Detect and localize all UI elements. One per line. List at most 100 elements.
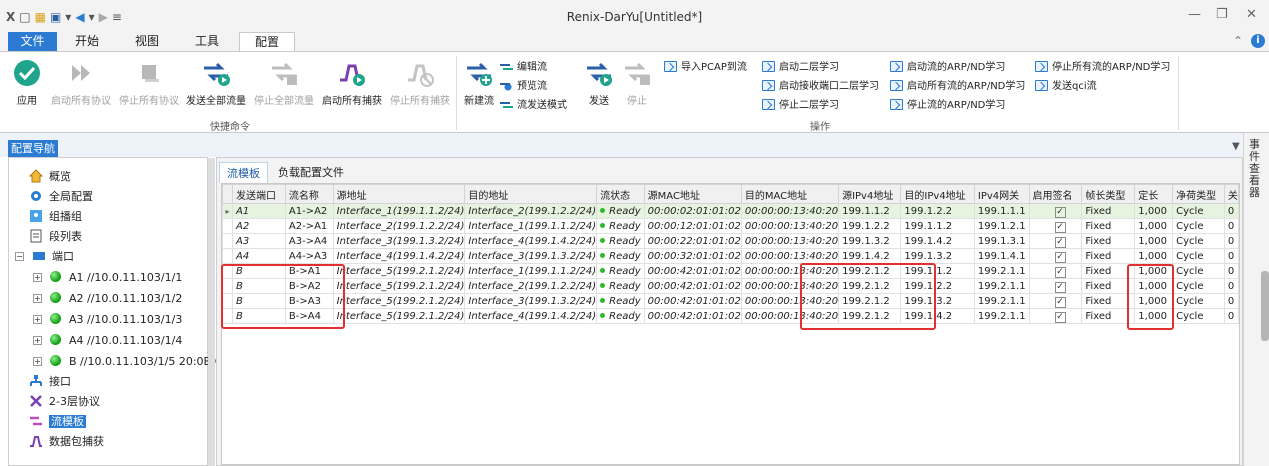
cell-port[interactable]: B xyxy=(232,278,286,294)
cell-dst[interactable]: Interface_4(199.1.4.2/24) xyxy=(464,233,598,249)
cell-sign[interactable]: ✓ xyxy=(1028,278,1083,294)
cell-src-mac[interactable]: 00:00:42:01:01:02 xyxy=(643,308,742,324)
col-header[interactable]: 发送端口 xyxy=(232,184,286,204)
cell-extra[interactable]: 0 xyxy=(1223,218,1239,234)
cell-src-ip[interactable]: 199.2.1.2 xyxy=(838,263,902,279)
cell-name[interactable]: A3->A4 xyxy=(284,233,334,249)
cell-sign[interactable]: ✓ xyxy=(1028,308,1083,324)
cell-extra[interactable]: 0 xyxy=(1223,263,1239,279)
cell-dst-mac[interactable]: 00:00:00:13:40:20 xyxy=(740,233,840,249)
table-row[interactable]: A3 A3->A4 Interface_3(199.1.3.2/24) Interfa… xyxy=(222,233,1239,249)
cell-payload[interactable]: Cycle xyxy=(1172,278,1225,294)
cell-gw[interactable]: 199.2.1.1 xyxy=(973,263,1030,279)
start-l2-learning-button[interactable]: 启动二层学习 xyxy=(762,60,839,76)
cell-gw[interactable]: 199.2.1.1 xyxy=(973,293,1030,309)
cell-gw[interactable]: 199.1.3.1 xyxy=(973,233,1030,249)
cell-dst-mac[interactable]: 00:00:00:13:40:20 xyxy=(740,248,840,264)
cell-dst-ip[interactable]: 199.1.4.2 xyxy=(900,308,975,324)
cell-port[interactable]: A1 xyxy=(232,203,286,219)
cell-status[interactable]: Ready xyxy=(596,263,645,279)
event-viewer-strip[interactable]: 事件查看器 xyxy=(1243,133,1269,466)
table-row[interactable]: A4 A4->A3 Interface_4(199.1.4.2/24) Interfa… xyxy=(222,248,1239,264)
row-header[interactable] xyxy=(222,278,233,294)
cell-gw[interactable]: 199.2.1.1 xyxy=(973,308,1030,324)
row-header[interactable] xyxy=(222,308,233,324)
cell-src-mac[interactable]: 00:00:42:01:01:02 xyxy=(643,293,742,309)
cell-src[interactable]: Interface_5(199.2.1.2/24) xyxy=(332,308,466,324)
cell-dst[interactable]: Interface_1(199.1.1.2/24) xyxy=(464,263,598,279)
col-header[interactable]: 净荷类型 xyxy=(1172,184,1225,204)
cell-src-mac[interactable]: 00:00:12:01:01:02 xyxy=(643,218,742,234)
stream-send-mode-button[interactable]: 流发送模式 xyxy=(500,98,567,114)
cell-length[interactable]: 1,000 xyxy=(1134,278,1174,294)
col-header[interactable]: 帧长类型 xyxy=(1081,184,1136,204)
col-header[interactable]: 源IPv4地址 xyxy=(838,184,902,204)
cell-status[interactable]: Ready xyxy=(596,293,645,309)
cell-src-ip[interactable]: 199.2.1.2 xyxy=(838,293,902,309)
col-header[interactable]: 目的地址 xyxy=(464,184,598,204)
cell-sign[interactable]: ✓ xyxy=(1028,233,1083,249)
tab-config[interactable]: 配置 xyxy=(239,32,295,52)
col-header[interactable]: 流名称 xyxy=(284,184,334,204)
cell-length[interactable]: 1,000 xyxy=(1134,293,1174,309)
table-row[interactable]: B B->A2 Interface_5(199.2.1.2/24) Interface… xyxy=(222,278,1239,294)
cell-frame-type[interactable]: Fixed xyxy=(1081,293,1136,309)
cell-frame-type[interactable]: Fixed xyxy=(1081,278,1136,294)
cell-dst-mac[interactable]: 00:00:00:13:40:20 xyxy=(740,203,840,219)
tree-item-multicast[interactable]: 组播组 xyxy=(29,208,82,226)
row-header[interactable] xyxy=(222,218,233,234)
cell-length[interactable]: 1,000 xyxy=(1134,203,1174,219)
expand-toggle-icon[interactable]: + xyxy=(33,336,42,345)
minimize-icon[interactable]: — xyxy=(1188,7,1201,22)
cell-dst[interactable]: Interface_1(199.1.1.2/24) xyxy=(464,218,598,234)
signature-checkbox[interactable]: ✓ xyxy=(1054,236,1066,248)
cell-src-ip[interactable]: 199.1.1.2 xyxy=(838,203,902,219)
col-header[interactable]: 目的IPv4地址 xyxy=(900,184,975,204)
tab-tools[interactable]: 工具 xyxy=(186,32,228,51)
tree-item-ports[interactable]: − 端口 xyxy=(15,248,74,266)
cell-sign[interactable]: ✓ xyxy=(1028,248,1083,264)
cell-length[interactable]: 1,000 xyxy=(1134,248,1174,264)
cell-dst[interactable]: Interface_3(199.1.3.2/24) xyxy=(464,248,598,264)
cell-name[interactable]: B->A4 xyxy=(284,308,334,324)
cell-src-mac[interactable]: 00:00:02:01:01:02 xyxy=(643,203,742,219)
tab-payload-profiles[interactable]: 负载配置文件 xyxy=(271,162,351,183)
tab-view[interactable]: 视图 xyxy=(126,32,168,51)
send-qci-stream-button[interactable]: 发送qci流 xyxy=(1035,79,1097,95)
cell-src-mac[interactable]: 00:00:32:01:01:02 xyxy=(643,248,742,264)
collapse-ribbon-icon[interactable]: ⌃ xyxy=(1233,34,1243,48)
cell-dst-ip[interactable]: 199.1.2.2 xyxy=(900,278,975,294)
cell-port[interactable]: A4 xyxy=(232,248,286,264)
cell-src-mac[interactable]: 00:00:42:01:01:02 xyxy=(643,263,742,279)
cell-gw[interactable]: 199.1.2.1 xyxy=(973,218,1030,234)
tree-item-port-b[interactable]: + B //10.0.11.103/1/5 20:0B:C xyxy=(33,353,222,371)
cell-sign[interactable]: ✓ xyxy=(1028,218,1083,234)
tab-start[interactable]: 开始 xyxy=(66,32,108,51)
cell-src[interactable]: Interface_2(199.1.2.2/24) xyxy=(332,218,466,234)
cell-payload[interactable]: Cycle xyxy=(1172,203,1225,219)
cell-extra[interactable]: 0 xyxy=(1223,203,1239,219)
signature-checkbox[interactable]: ✓ xyxy=(1054,251,1066,263)
current-row-indicator-icon[interactable]: ▸ xyxy=(222,203,233,219)
cell-status[interactable]: Ready xyxy=(596,248,645,264)
cell-dst[interactable]: Interface_2(199.1.2.2/24) xyxy=(464,203,598,219)
row-header[interactable] xyxy=(222,293,233,309)
row-header[interactable] xyxy=(222,233,233,249)
cell-payload[interactable]: Cycle xyxy=(1172,218,1225,234)
cell-src[interactable]: Interface_3(199.1.3.2/24) xyxy=(332,233,466,249)
tab-file[interactable]: 文件 xyxy=(8,32,57,51)
cell-payload[interactable]: Cycle xyxy=(1172,293,1225,309)
cell-status[interactable]: Ready xyxy=(596,233,645,249)
cell-src-ip[interactable]: 199.2.1.2 xyxy=(838,308,902,324)
tree-item-stream-templates[interactable]: 流模板 xyxy=(29,413,86,431)
cell-length[interactable]: 1,000 xyxy=(1134,263,1174,279)
tree-item-segment-list[interactable]: 段列表 xyxy=(29,228,82,246)
cell-frame-type[interactable]: Fixed xyxy=(1081,233,1136,249)
cell-frame-type[interactable]: Fixed xyxy=(1081,263,1136,279)
cell-frame-type[interactable]: Fixed xyxy=(1081,203,1136,219)
cell-length[interactable]: 1,000 xyxy=(1134,218,1174,234)
cell-dst-mac[interactable]: 00:00:00:13:40:20 xyxy=(740,293,840,309)
cell-extra[interactable]: 0 xyxy=(1223,248,1239,264)
cell-status[interactable]: Ready xyxy=(596,308,645,324)
cell-src[interactable]: Interface_5(199.2.1.2/24) xyxy=(332,263,466,279)
